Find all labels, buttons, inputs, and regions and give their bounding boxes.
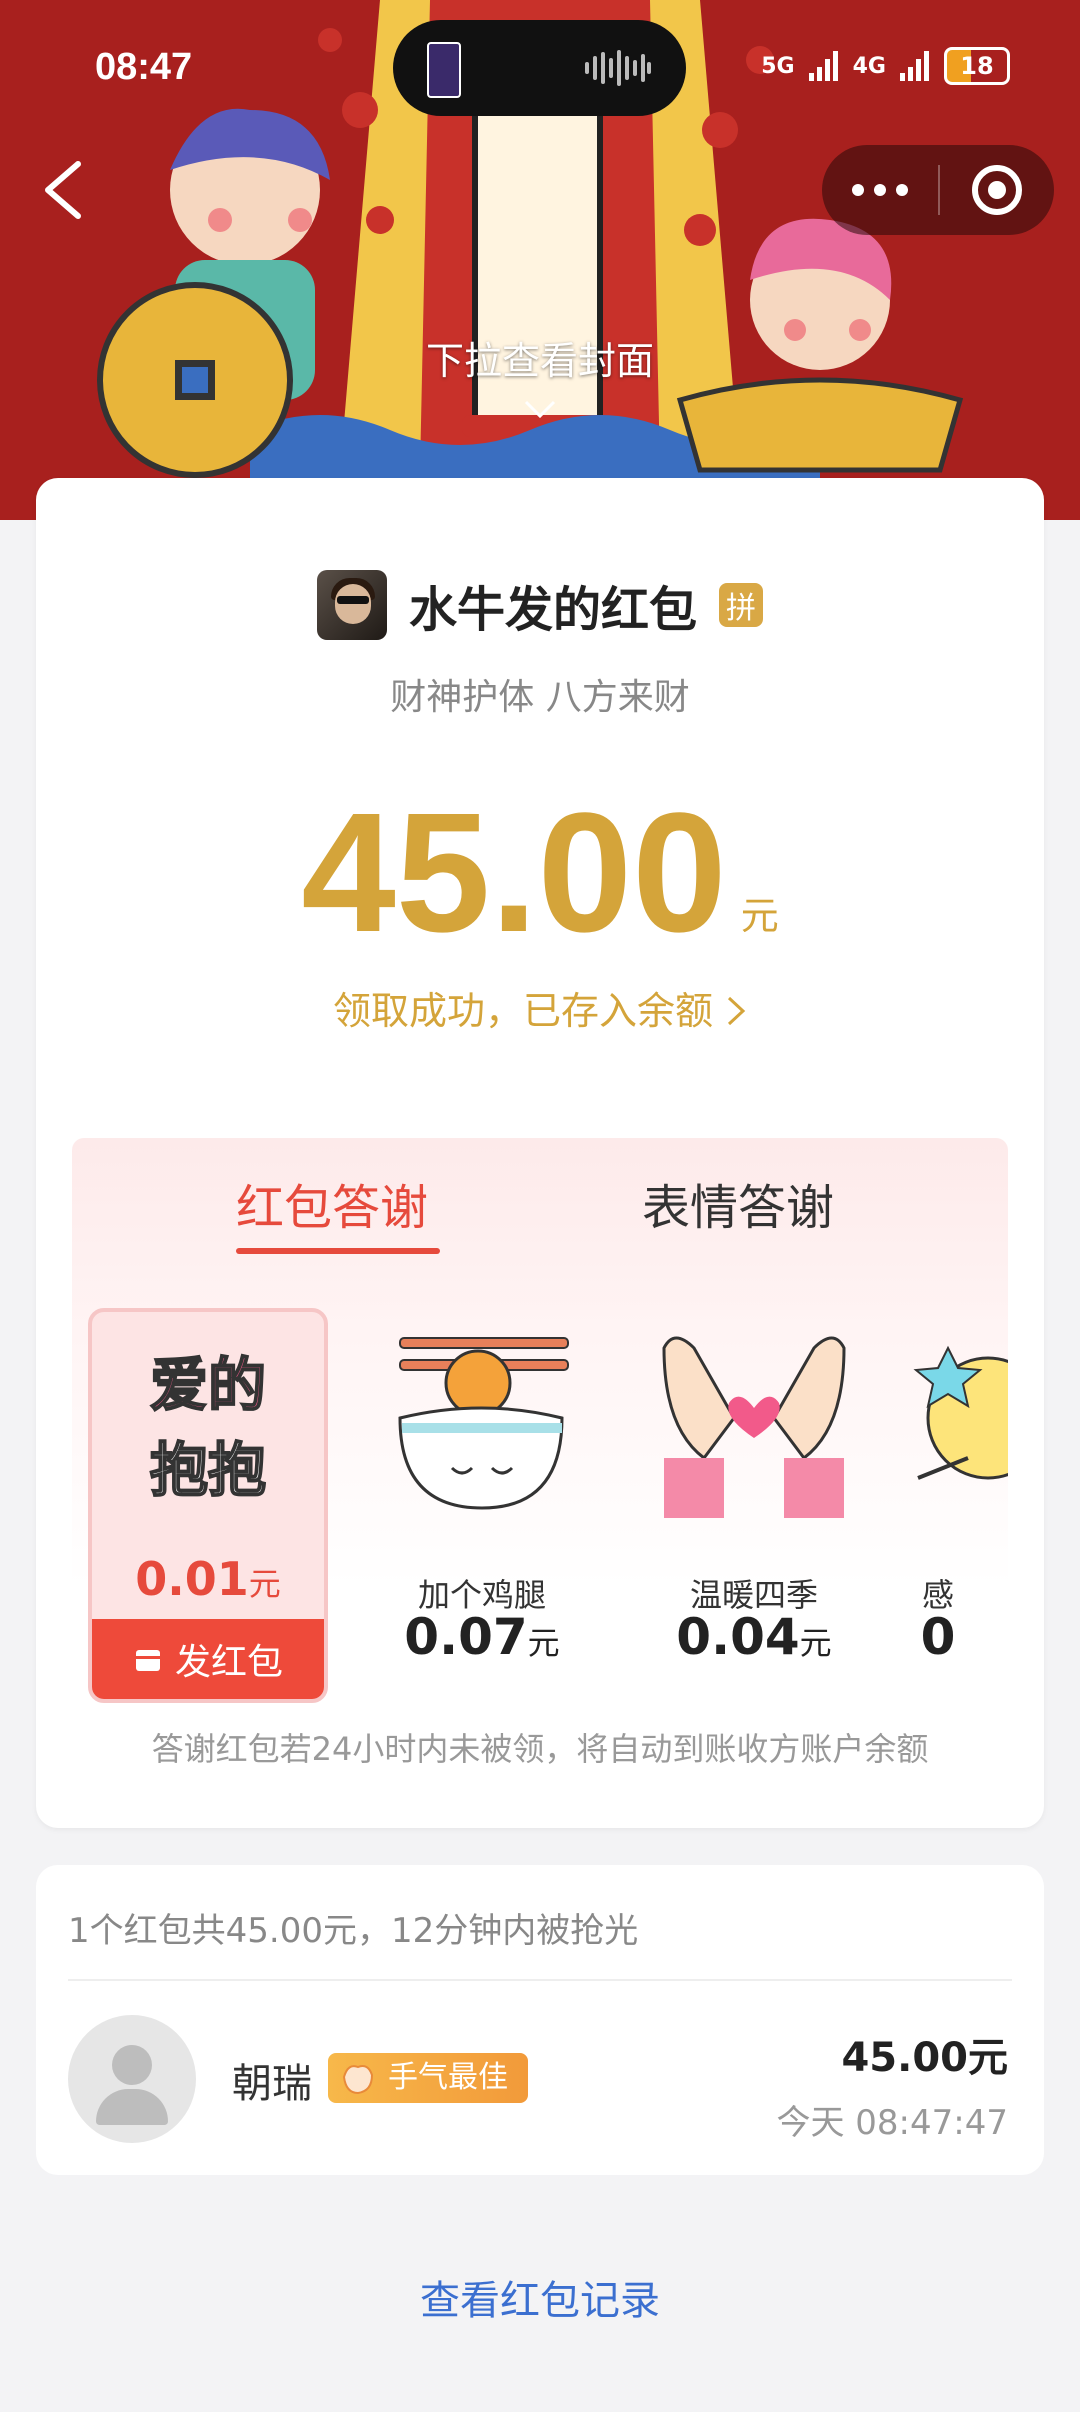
close-target-icon: [972, 165, 1022, 215]
sender-name: 水牛发的红包: [408, 582, 697, 638]
status-indicators: 5G 4G 18: [761, 46, 1010, 86]
gift-card-hug[interactable]: 爱的 抱抱 0.01元 发红包: [88, 1308, 328, 1703]
network-label-5g: 5G: [761, 53, 795, 79]
network-label-4g: 4G: [852, 53, 886, 79]
gift-price-value: 0.07: [404, 1608, 528, 1666]
hug-sticker-icon: 爱的 抱抱: [149, 1350, 267, 1505]
send-packet-label: 发红包: [174, 1642, 283, 1683]
gift-price-unit: 元: [527, 1624, 560, 1662]
chevron-right-icon: [728, 996, 746, 1026]
gift-price: 0.01元: [92, 1552, 324, 1606]
amount-row: 45.00 元: [36, 788, 1044, 958]
sender-avatar[interactable]: [316, 570, 387, 640]
chevron-down-icon: [524, 400, 556, 419]
gift-price-value: 0.04: [676, 1608, 800, 1666]
gift-carousel[interactable]: 爱的 抱抱 0.01元 发红包 加个鸡腿 0.07元 温暖四季 0.04元 感 …: [72, 1308, 1008, 1708]
battery-icon: 18: [944, 47, 1010, 85]
dynamic-island: [393, 20, 686, 116]
gift-price: 0.07元: [362, 1608, 602, 1666]
claim-time: 今天 08:47:47: [776, 2103, 1008, 2143]
star-icon: [913, 1345, 1008, 1480]
gift-card-warm-seasons[interactable]: 温暖四季 0.04元: [634, 1308, 874, 1703]
more-dots-icon: [852, 184, 908, 196]
now-playing-thumbnail: [427, 42, 461, 98]
send-packet-button[interactable]: 发红包: [92, 1619, 324, 1699]
audio-wave-icon: [585, 50, 651, 86]
gift-price-value: 0: [920, 1608, 956, 1666]
sender-row: 水牛发的红包 拼: [36, 570, 1044, 640]
best-luck-badge: 手气最佳: [328, 2053, 528, 2103]
miniprogram-capsule: [822, 145, 1054, 235]
records-summary: 1个红包共45.00元，12分钟内被抢光: [68, 1911, 639, 1951]
gift-price-unit: 元: [248, 1565, 281, 1603]
battery-level: 18: [960, 52, 994, 80]
hug-art-line2: 抱抱: [150, 1436, 266, 1504]
amount-unit: 元: [740, 894, 779, 938]
received-amount: 45.00: [301, 778, 727, 968]
tab-packet-thanks[interactable]: 红包答谢: [236, 1168, 428, 1238]
recipient-amount: 45.00元: [841, 2035, 1008, 2081]
tab-sticker-thanks[interactable]: 表情答谢: [642, 1168, 834, 1238]
pin-badge: 拼: [719, 583, 763, 627]
blessing-text: 财神护体 八方来财: [390, 677, 690, 718]
view-packet-history-link[interactable]: 查看红包记录: [0, 2268, 1080, 2326]
gift-box-icon: [135, 1650, 160, 1671]
pull-down-hint: 下拉查看封面: [425, 339, 654, 383]
gift-price-unit: 元: [799, 1624, 832, 1662]
claim-status-text: 领取成功，已存入余额: [332, 989, 713, 1033]
gift-card-drumstick[interactable]: 加个鸡腿 0.07元: [362, 1308, 602, 1703]
recipient-name: 朝瑞: [232, 2061, 312, 2107]
rice-bowl-drumstick-icon: [398, 1337, 569, 1510]
thanks-note: 答谢红包若24小时内未被领，将自动到账收方账户余额: [151, 1730, 929, 1768]
status-bar: 08:47 5G 4G 18: [0, 0, 1080, 130]
claim-records-card: 1个红包共45.00元，12分钟内被抢光 朝瑞 手气最佳 45.00元 今天 0…: [36, 1865, 1044, 2175]
thanks-panel: 红包答谢 表情答谢 爱的 抱抱 0.01元 发红包 加个鸡腿 0.07元 温暖四…: [72, 1138, 1008, 1778]
heart-hands-icon: [662, 1336, 846, 1518]
gift-price-value: 0.01: [135, 1552, 249, 1606]
back-button[interactable]: [30, 150, 100, 230]
chevron-left-icon: [45, 161, 81, 219]
close-button[interactable]: [940, 145, 1054, 235]
thumbs-hand-icon: [342, 2065, 374, 2095]
gift-price: 0.04元: [634, 1608, 874, 1666]
red-packet-detail-card: 水牛发的红包 拼 财神护体 八方来财 45.00 元 领取成功，已存入余额 红包…: [36, 478, 1044, 1828]
gift-card-partial[interactable]: 感 0: [908, 1308, 1008, 1703]
divider: [68, 1979, 1012, 1981]
more-button[interactable]: [822, 145, 938, 235]
claim-status-link[interactable]: 领取成功，已存入余额: [36, 980, 1044, 1035]
best-luck-label: 手气最佳: [388, 2060, 508, 2095]
signal-icon: [808, 51, 838, 81]
avatar[interactable]: [68, 2015, 196, 2143]
signal-icon-2: [900, 51, 929, 81]
status-time: 08:47: [95, 46, 193, 88]
active-tab-indicator: [236, 1248, 440, 1254]
cover-banner[interactable]: 08:47 5G 4G 18 下拉查看封面: [0, 0, 1080, 520]
gift-price: 0: [908, 1608, 968, 1666]
hug-art-line1: 爱的: [150, 1351, 266, 1419]
